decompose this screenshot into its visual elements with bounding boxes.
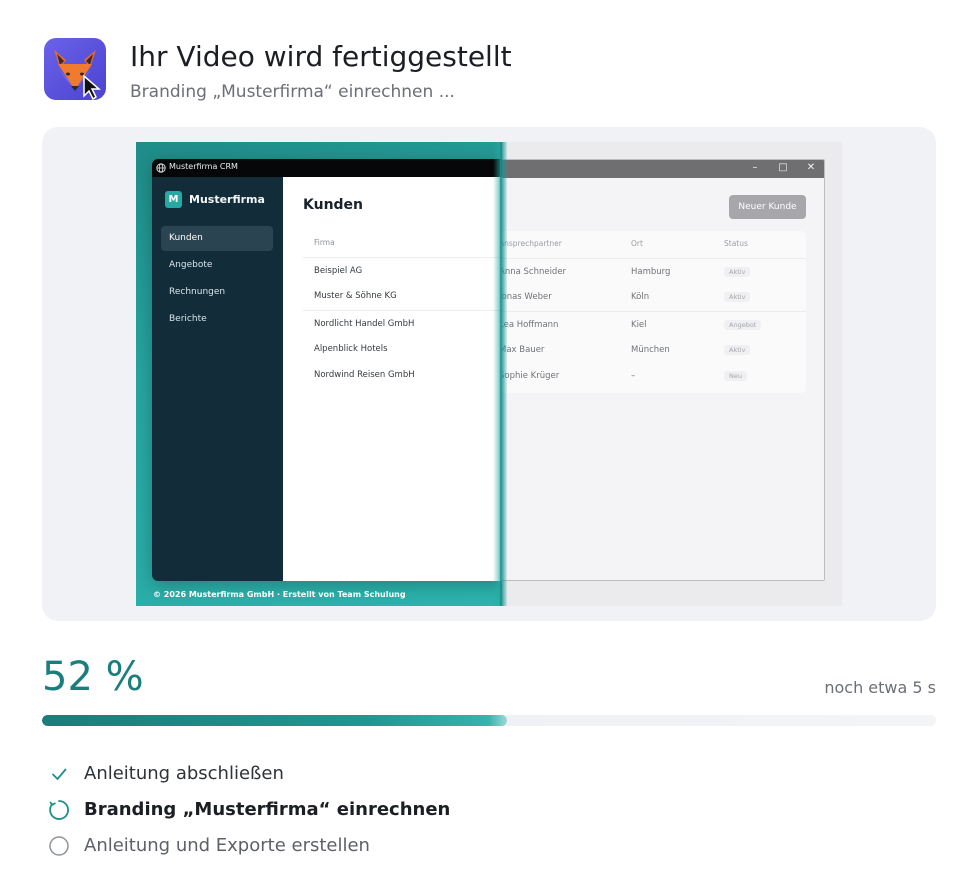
check-icon: [46, 761, 72, 787]
minimize-icon: –: [752, 162, 758, 173]
table-header-row: Ansprechpartner Ort Status: [502, 231, 806, 257]
globe-icon: [156, 163, 166, 173]
new-customer-button: Neuer Kunde: [729, 195, 806, 219]
circle-icon: [46, 833, 72, 859]
video-frame: Musterfirma CRM M Musterfirma Kunden Ang…: [136, 142, 842, 606]
table-cell: Nordwind Reisen GmbH: [314, 370, 415, 380]
window-title: Musterfirma CRM: [169, 162, 238, 171]
mock-app-window: Musterfirma CRM M Musterfirma Kunden Ang…: [152, 159, 502, 581]
table-cell: Lea Hoffmann: [502, 320, 559, 330]
step-label: Branding „Musterfirma“ einrechnen: [84, 799, 451, 820]
page-title: Ihr Video wird fertiggestellt: [130, 40, 512, 73]
table-cell: Alpenblick Hotels: [314, 344, 388, 354]
table-row: Muster & Söhne KG: [303, 283, 502, 309]
table-cell: Jonas Weber: [502, 292, 552, 302]
table-cell: München: [631, 345, 670, 355]
mock-main: Kunden Firma Beispiel AG Muster & Söhne …: [283, 177, 502, 581]
table-cell: –: [631, 371, 636, 381]
video-preview-card: Musterfirma CRM M Musterfirma Kunden Ang…: [42, 127, 936, 621]
status-badge: Aktiv: [724, 267, 751, 277]
table-cell: Sophie Krüger: [502, 371, 560, 381]
table-header: Firma: [314, 238, 335, 247]
status-badge: Angebot: [724, 320, 762, 330]
table-row: Beispiel AG: [303, 257, 502, 283]
remaining-time: noch etwa 5 s: [824, 678, 936, 697]
progress-bar-fill: [42, 715, 507, 726]
step-item: Branding „Musterfirma“ einrechnen: [46, 792, 646, 828]
status-badge: Neu: [724, 371, 747, 381]
table-header-row: Firma: [303, 230, 502, 256]
table-row: Nordlicht Handel GmbH: [303, 310, 502, 336]
nav-item-kunden: Kunden: [161, 226, 273, 251]
window-titlebar-plain: – □ ✕: [502, 160, 824, 178]
window-controls: – □ ✕: [748, 162, 818, 173]
branding-scan-line: [493, 142, 507, 606]
mock-sidebar: M Musterfirma Kunden Angebote Rechnungen…: [152, 177, 283, 581]
status-badge: Aktiv: [724, 345, 751, 355]
table-row: Nordwind Reisen GmbH: [303, 362, 502, 388]
header: Ihr Video wird fertiggestellt Branding „…: [44, 38, 944, 108]
nav-item-rechnungen: Rechnungen: [169, 287, 226, 297]
table-row: Sophie Krüger – Neu: [502, 363, 806, 389]
step-label: Anleitung und Exporte erstellen: [84, 835, 370, 856]
table-row: Lea Hoffmann Kiel Angebot: [502, 311, 806, 337]
table-cell: Max Bauer: [502, 345, 545, 355]
table-header: Ort: [631, 239, 643, 248]
progress-bar: [42, 715, 936, 726]
brand-logo: M Musterfirma: [165, 191, 265, 208]
unbranded-preview-half: – □ ✕ Neuer Kunde Ansprechpartner Ort St…: [502, 142, 842, 606]
close-icon: ✕: [806, 162, 816, 173]
table-cell: Hamburg: [631, 267, 671, 277]
branding-footer: © 2026 Musterfirma GmbH · Erstellt von T…: [153, 590, 406, 599]
mock-page-heading: Kunden: [303, 197, 364, 213]
table-row: Max Bauer München Aktiv: [502, 337, 806, 363]
step-label: Anleitung abschließen: [84, 763, 284, 784]
mock-customer-table-plain: Ansprechpartner Ort Status Anna Schneide…: [502, 231, 806, 393]
maximize-icon: □: [778, 162, 788, 173]
table-row: Alpenblick Hotels: [303, 336, 502, 362]
step-item: Anleitung abschließen: [46, 756, 646, 792]
step-list: Anleitung abschließen Branding „Musterfi…: [46, 756, 646, 864]
mock-app-window-plain: – □ ✕ Neuer Kunde Ansprechpartner Ort St…: [502, 159, 825, 581]
branded-preview-half: Musterfirma CRM M Musterfirma Kunden Ang…: [136, 142, 502, 606]
table-header: Ansprechpartner: [502, 239, 562, 248]
status-subtitle: Branding „Musterfirma“ einrechnen ...: [130, 82, 455, 102]
spinner-icon: [46, 797, 72, 823]
table-cell: Muster & Söhne KG: [314, 291, 397, 301]
table-cell: Beispiel AG: [314, 266, 363, 276]
status-badge: Aktiv: [724, 292, 751, 302]
brand-name: Musterfirma: [189, 193, 265, 206]
step-item: Anleitung und Exporte erstellen: [46, 828, 646, 864]
mock-main-plain: Neuer Kunde Ansprechpartner Ort Status A…: [502, 178, 824, 580]
progress-percent: 52 %: [42, 654, 144, 700]
table-row: Jonas Weber Köln Aktiv: [502, 284, 806, 310]
nav-item-berichte: Berichte: [169, 314, 207, 324]
table-cell: Kiel: [631, 320, 647, 330]
fox-cursor-icon: [44, 38, 106, 100]
table-row: Anna Schneider Hamburg Aktiv: [502, 258, 806, 284]
mock-nav: Kunden Angebote Rechnungen Berichte: [161, 226, 273, 334]
mock-customer-table: Firma Beispiel AG Muster & Söhne KG Nord…: [303, 230, 502, 392]
table-cell: Anna Schneider: [502, 267, 567, 277]
table-cell: Köln: [631, 292, 650, 302]
table-cell: Nordlicht Handel GmbH: [314, 319, 415, 329]
table-header: Status: [724, 239, 748, 248]
nav-item-angebote: Angebote: [169, 260, 213, 270]
brand-mark: M: [165, 191, 182, 208]
window-titlebar: Musterfirma CRM: [152, 159, 502, 177]
